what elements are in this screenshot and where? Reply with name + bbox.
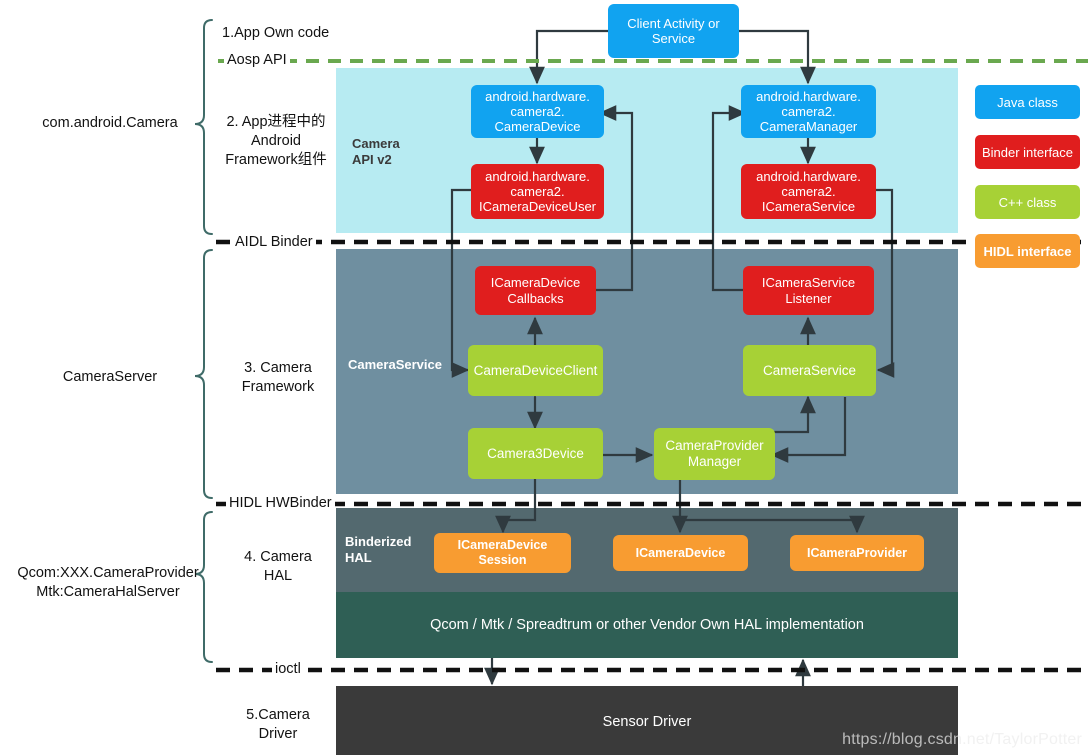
node-camera3device[interactable]: Camera3Device: [468, 428, 603, 479]
stage-label-app-framework: 2. App进程中的 Android Framework组件: [225, 114, 327, 168]
node-camera-device[interactable]: android.hardware. camera2. CameraDevice: [471, 85, 604, 138]
legend-label-java-class: Java class: [997, 94, 1058, 110]
stage-label-camera-framework: 3. Camera Framework: [241, 360, 315, 395]
legend-item-java-class: Java class: [975, 85, 1080, 119]
node-icameraprovider[interactable]: ICameraProvider: [790, 535, 924, 571]
vendor-hal-implementation-label: Qcom / Mtk / Spreadtrum or other Vendor …: [430, 617, 864, 633]
outer-group-camera-provider: Qcom:XXX.CameraProvider Mtk:CameraHalSer…: [17, 565, 199, 600]
band-label-camera-api-v2: Camera API v2: [352, 136, 400, 167]
legend-item-binder-interface: Binder interface: [975, 135, 1080, 169]
outer-group-com-android-camera: com.android.Camera: [42, 115, 178, 131]
node-icameradeviceuser[interactable]: android.hardware. camera2. ICameraDevice…: [471, 164, 604, 219]
node-cameradeviceclient[interactable]: CameraDeviceClient: [468, 345, 603, 396]
node-icameradevicesession[interactable]: ICameraDevice Session: [434, 533, 571, 573]
legend-item-cpp-class: C++ class: [975, 185, 1080, 219]
stage-label-camera-hal: 4. Camera HAL: [244, 549, 312, 584]
node-icameraservicelistener[interactable]: ICameraService Listener: [743, 266, 874, 315]
stage-label-camera-driver: 5.Camera Driver: [246, 707, 310, 742]
legend-item-hidl-interface: HIDL interface: [975, 234, 1080, 268]
outer-group-camera-server: CameraServer: [62, 369, 158, 385]
band-label-camera-service: CameraService: [348, 357, 442, 372]
node-cameraservice[interactable]: CameraService: [743, 345, 876, 396]
node-icameradevicecallbacks[interactable]: ICameraDevice Callbacks: [475, 266, 596, 315]
legend-label-binder-interface: Binder interface: [981, 144, 1074, 160]
band-label-binderized-hal: Binderized HAL: [345, 534, 412, 565]
divider-label-ioctl: ioctl: [272, 661, 304, 677]
watermark: https://blog.csdn.net/TaylorPotter: [842, 731, 1082, 748]
node-icameraservice-interface[interactable]: android.hardware. camera2. ICameraServic…: [741, 164, 876, 219]
node-client-activity-or-service[interactable]: Client Activity or Service: [608, 4, 739, 58]
diagram-canvas: Aosp API AIDL Binder HIDL HWBinder ioctl…: [0, 0, 1088, 755]
node-camera-manager[interactable]: android.hardware. camera2. CameraManager: [741, 85, 876, 138]
stage-label-app-own-code: 1.App Own code: [222, 25, 330, 41]
divider-label-aidl-binder: AIDL Binder: [232, 234, 316, 250]
divider-label-aosp-api: Aosp API: [224, 52, 290, 68]
sensor-driver-label: Sensor Driver: [602, 714, 692, 730]
legend-label-hidl-interface: HIDL interface: [983, 243, 1072, 259]
node-icameradevice[interactable]: ICameraDevice: [613, 535, 748, 571]
legend-label-cpp-class: C++ class: [998, 194, 1057, 210]
node-cameraprovidermanager[interactable]: CameraProvider Manager: [654, 428, 775, 480]
divider-label-hidl-hwbinder: HIDL HWBinder: [226, 495, 335, 511]
